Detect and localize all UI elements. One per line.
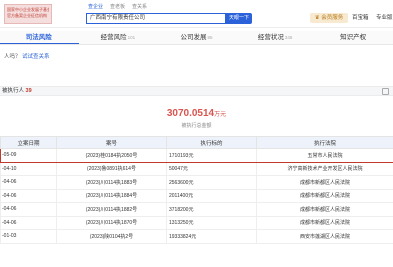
tab-operating-status[interactable]: 经营状况345	[236, 31, 315, 44]
cell-court: 五常市人民法院	[256, 148, 393, 163]
col-header-date[interactable]: 立案日期	[0, 136, 57, 149]
table-row[interactable]: -05-09 (2023)桂0184执2050号 1710193元 五常市人民法…	[0, 148, 393, 163]
total-unit: 万元	[214, 112, 227, 118]
pro-version-link[interactable]: 专业版	[376, 13, 393, 23]
cell-court: 成都市新都区人民法院	[256, 188, 393, 203]
notice-text: 人吗？	[4, 54, 21, 60]
table-row[interactable]: -01-03 (2023)陕0104执2号 19333824元 西安市莲湖区人民…	[0, 229, 393, 244]
table-row[interactable]: -04-06 (2023)川0114执1870号 1313250元 成都市新都区…	[0, 215, 393, 230]
search-tab-company[interactable]: 查企业	[88, 4, 103, 11]
table-row[interactable]: -04-06 (2023)川0114执1884号 2011400元 成都市新都区…	[0, 188, 393, 203]
cell-date: -04-06	[0, 188, 57, 203]
vip-label: 会员服务	[321, 15, 344, 21]
cell-date: -01-03	[0, 229, 57, 244]
total-amount: 3070.0514万元	[0, 108, 393, 119]
vip-button[interactable]: ♛ 会员服务	[310, 13, 348, 23]
cell-court: 西安市莲湖区人民法院	[256, 229, 393, 244]
cell-case[interactable]: (2023)川0114执1870号	[56, 215, 167, 230]
col-header-case: 案号	[56, 136, 167, 149]
table-row[interactable]: -04-06 (2023)川0114执1883号 2563600元 成都市新都区…	[0, 175, 393, 190]
tab-label: 知识产权	[340, 34, 367, 41]
top-header: 国家中小企业发展子基金旗下 官方备案企业征信机构 查企业 查老板 查关系 广西南…	[0, 0, 393, 28]
cell-amount: 3718200元	[166, 202, 257, 217]
total-amount-label: 被执行总金额	[181, 123, 212, 129]
search-type-tabs: 查企业 查老板 查关系	[88, 4, 147, 11]
tab-count: 85	[207, 35, 213, 40]
cell-case[interactable]: (2023)川0114执1883号	[56, 175, 167, 190]
tab-count: 101	[127, 35, 136, 40]
search-button[interactable]: 天眼一下	[226, 13, 252, 24]
cell-amount: 2011400元	[166, 188, 257, 203]
tab-label: 经营状况	[257, 34, 284, 41]
section-tabs: 司法风险 经营风险101 公司发展85 经营状况345 知识产权	[0, 31, 393, 45]
table-header-row: 立案日期 案号 执行标的 执行法院	[0, 136, 393, 149]
tab-intellectual-property[interactable]: 知识产权	[314, 31, 393, 44]
cell-amount: 50047元	[166, 161, 257, 176]
section-title: 被执行人 39	[2, 87, 32, 96]
cell-amount: 19333824元	[166, 229, 257, 244]
total-value: 3070.0514	[166, 108, 215, 119]
search-tab-relation[interactable]: 查关系	[132, 4, 147, 11]
tab-judicial-risk[interactable]: 司法风险	[0, 31, 79, 44]
cell-amount: 2563600元	[166, 175, 257, 190]
table-row[interactable]: -04-10 (2023)鲁0891执614号 50047元 济宁高新技术产业开…	[0, 161, 393, 176]
cell-court: 成都市新都区人民法院	[256, 215, 393, 230]
relation-notice: 人吗？ 试试查关系	[4, 52, 50, 60]
cell-date: -04-06	[0, 175, 57, 190]
promo-line-2: 官方备案企业征信机构	[7, 13, 47, 18]
cell-amount: 1313250元	[166, 215, 257, 230]
cell-date: -04-06	[0, 202, 57, 217]
cell-court: 成都市新都区人民法院	[256, 202, 393, 217]
col-header-amount[interactable]: 执行标的	[166, 136, 257, 149]
cell-case[interactable]: (2023)川0114执1882号	[56, 202, 167, 217]
cell-case[interactable]: (2023)川0114执1884号	[56, 188, 167, 203]
section-title-text: 被执行人	[2, 88, 25, 94]
toolbox-menu[interactable]: 百宝箱	[352, 13, 369, 23]
cell-case[interactable]: (2023)桂0184执2050号	[56, 148, 167, 163]
promo-badge[interactable]: 国家中小企业发展子基金旗下 官方备案企业征信机构	[4, 4, 52, 24]
export-icon[interactable]	[382, 88, 389, 95]
tab-company-development[interactable]: 公司发展85	[157, 31, 236, 44]
section-header: 被执行人 39	[0, 86, 393, 96]
cell-case[interactable]: (2023)鲁0891执614号	[56, 161, 167, 176]
cell-date: -05-09	[0, 148, 57, 163]
cell-date: -04-10	[0, 161, 57, 176]
tab-label: 经营风险	[100, 34, 127, 41]
tab-operating-risk[interactable]: 经营风险101	[79, 31, 158, 44]
cell-case[interactable]: (2023)陕0104执2号	[56, 229, 167, 244]
search-tab-boss[interactable]: 查老板	[110, 4, 125, 11]
cell-amount: 1710193元	[166, 148, 257, 163]
search-input[interactable]: 广西南宁有限责任公司	[86, 13, 226, 24]
crown-icon: ♛	[314, 15, 320, 21]
try-relation-link[interactable]: 试试查关系	[22, 54, 50, 60]
table-row[interactable]: -04-06 (2023)川0114执1882号 3718200元 成都市新都区…	[0, 202, 393, 217]
section-count: 39	[25, 88, 32, 94]
cell-date: -04-06	[0, 215, 57, 230]
tab-label: 司法风险	[25, 34, 52, 41]
enforcement-table: 立案日期 案号 执行标的 执行法院 -05-09 (2023)桂0184执205…	[0, 136, 393, 244]
tab-label: 公司发展	[180, 34, 207, 41]
cell-court: 成都市新都区人民法院	[256, 175, 393, 190]
col-header-court: 执行法院	[256, 136, 393, 149]
cell-court: 济宁高新技术产业开发区人民法院	[256, 161, 393, 176]
tab-count: 345	[284, 35, 293, 40]
